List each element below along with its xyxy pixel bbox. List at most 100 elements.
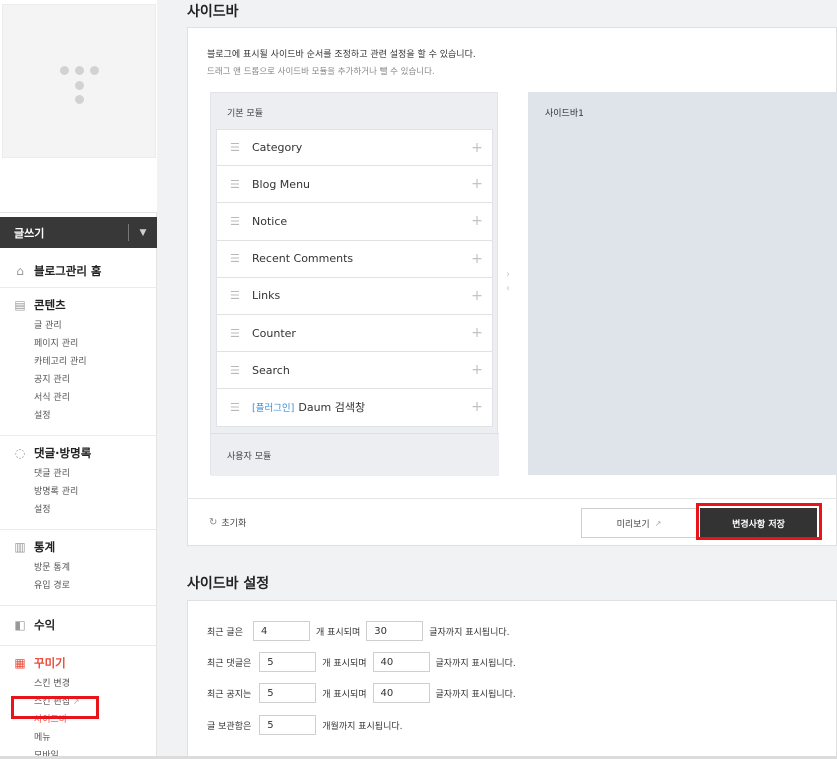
recent-notices-count-input[interactable]: [259, 683, 317, 703]
nav-subitem-referrers[interactable]: 유입 경로: [34, 577, 157, 595]
plugin-tag: [플러그인]: [252, 403, 295, 415]
drag-handle-icon[interactable]: ☰: [230, 364, 242, 377]
write-bar: 글쓰기 ▼: [0, 217, 157, 248]
drag-handle-icon[interactable]: ☰: [230, 401, 242, 414]
module-item-category[interactable]: ☰ Category +: [216, 129, 493, 167]
setting-label: 최근 공지는: [207, 689, 252, 700]
plus-icon[interactable]: +: [462, 251, 492, 267]
setting-label: 글 보관함은: [207, 721, 252, 732]
nav-item-stats[interactable]: ▥ 통계: [0, 539, 157, 555]
nav-item-contents[interactable]: ▤ 콘텐츠: [0, 297, 157, 313]
module-name: Category: [252, 141, 303, 155]
setting-end-text: 글자까지 표시됩니다.: [435, 689, 516, 700]
user-modules-section[interactable]: 사용자 모듈: [211, 433, 499, 476]
module-item-recent-comments[interactable]: ☰ Recent Comments +: [216, 240, 493, 278]
drag-handle-icon[interactable]: ☰: [230, 178, 242, 191]
drag-handle-icon[interactable]: ☰: [230, 289, 242, 302]
admin-nav: ⌂ 블로그관리 홈 ▤ 콘텐츠 글 관리 페이지 관리 카테고리 관리 공지 관…: [0, 254, 157, 759]
recent-comments-length-input[interactable]: [372, 652, 430, 672]
module-item-blog-menu[interactable]: ☰ Blog Menu +: [216, 166, 493, 204]
setting-mid-text: 개 표시되며: [322, 689, 367, 700]
basic-modules-title: 기본 모듈: [227, 109, 263, 119]
module-name: Recent Comments: [252, 252, 354, 266]
drag-handle-icon[interactable]: ☰: [230, 215, 242, 228]
nav-subitem-comment-settings[interactable]: 설정: [34, 501, 157, 519]
nav-item-label: 댓글·방명록: [34, 446, 92, 460]
nav-subitem-posts[interactable]: 글 관리: [34, 317, 157, 335]
user-modules-title: 사용자 모듈: [227, 452, 272, 462]
drag-handle-icon[interactable]: ☰: [230, 252, 242, 265]
plus-icon[interactable]: +: [462, 362, 492, 378]
recent-comments-count-input[interactable]: [259, 652, 317, 672]
nav-subitem-pages[interactable]: 페이지 관리: [34, 335, 157, 353]
drag-handle-icon[interactable]: ☰: [230, 327, 242, 340]
sidebar-settings-card: 최근 글은 개 표시되며 글자까지 표시됩니다. 최근 댓글은 개 표시되며 글…: [187, 600, 837, 759]
setting-row-recent-notices: 최근 공지는 개 표시되며 글자까지 표시됩니다.: [207, 683, 516, 703]
nav-group-comments: ◌ 댓글·방명록 댓글 관리 방명록 관리 설정: [0, 436, 157, 530]
plus-icon[interactable]: +: [462, 176, 492, 192]
nav-item-label: 블로그관리 홈: [34, 264, 102, 278]
highlight-box: [11, 696, 99, 719]
recent-posts-length-input[interactable]: [366, 621, 424, 641]
nav-item-label: 꾸미기: [34, 656, 66, 670]
setting-end-text: 글자까지 표시됩니다.: [429, 627, 510, 638]
setting-end-text: 개월까지 표시됩니다.: [322, 721, 403, 732]
nav-group-home: ⌂ 블로그관리 홈: [0, 254, 157, 288]
module-item-links[interactable]: ☰ Links +: [216, 277, 493, 315]
move-arrows-icon: › ‹: [506, 269, 510, 294]
nav-group-contents: ▤ 콘텐츠 글 관리 페이지 관리 카테고리 관리 공지 관리 서식 관리 설정: [0, 288, 157, 436]
nav-item-home[interactable]: ⌂ 블로그관리 홈: [0, 263, 157, 279]
nav-subitem-categories[interactable]: 카테고리 관리: [34, 353, 157, 371]
write-button[interactable]: 글쓰기: [0, 225, 128, 241]
description-secondary: 드래그 앤 드롭으로 사이드바 모듈을 추가하거나 뺄 수 있습니다.: [207, 67, 435, 77]
archive-months-input[interactable]: [259, 715, 317, 735]
chart-icon: ▥: [14, 540, 26, 554]
plus-icon[interactable]: +: [462, 288, 492, 304]
settings-title: 사이드바 설정: [187, 576, 270, 592]
module-item-daum-search[interactable]: ☰ [플러그인] Daum 검색창 +: [216, 389, 493, 427]
nav-item-revenue[interactable]: ◧ 수익: [0, 617, 157, 633]
sidebar1-dropzone[interactable]: 사이드바1: [528, 92, 837, 475]
module-name: Search: [252, 363, 290, 377]
revenue-icon: ◧: [14, 618, 26, 632]
placeholder-dot: [60, 66, 69, 75]
module-name: Counter: [252, 326, 296, 340]
module-item-search[interactable]: ☰ Search +: [216, 352, 493, 390]
reset-button[interactable]: ↻ 초기화: [209, 516, 246, 529]
plus-icon[interactable]: +: [462, 325, 492, 341]
nav-subitem-visit-stats[interactable]: 방문 통계: [34, 559, 157, 577]
plus-icon[interactable]: +: [462, 213, 492, 229]
plus-icon[interactable]: +: [462, 399, 492, 415]
highlight-box: [696, 503, 822, 540]
recent-posts-count-input[interactable]: [252, 621, 310, 641]
sidebar1-title: 사이드바1: [545, 109, 584, 119]
nav-subitem-skin-change[interactable]: 스킨 변경: [34, 675, 157, 693]
chevron-down-icon[interactable]: ▼: [129, 228, 157, 238]
module-item-counter[interactable]: ☰ Counter +: [216, 314, 493, 353]
nav-subitem-templates[interactable]: 서식 관리: [34, 389, 157, 407]
nav-subitem-guestbook[interactable]: 방명록 관리: [34, 483, 157, 501]
nav-item-design[interactable]: ▦ 꾸미기: [0, 655, 157, 671]
placeholder-dot: [75, 81, 84, 90]
setting-mid-text: 개 표시되며: [322, 658, 367, 669]
profile-image[interactable]: [2, 4, 156, 158]
setting-row-archive: 글 보관함은 개월까지 표시됩니다.: [207, 715, 403, 735]
comment-icon: ◌: [14, 446, 26, 460]
nav-subitem-content-settings[interactable]: 설정: [34, 407, 157, 425]
module-name: Blog Menu: [252, 177, 311, 191]
page-title: 사이드바: [187, 4, 239, 20]
preview-button[interactable]: 미리보기 ↗: [581, 508, 697, 538]
nav-item-comments[interactable]: ◌ 댓글·방명록: [0, 445, 157, 461]
description-primary: 블로그에 표시될 사이드바 순서를 조정하고 관련 설정을 할 수 있습니다.: [207, 50, 476, 60]
nav-item-label: 수익: [34, 618, 56, 632]
drag-handle-icon[interactable]: ☰: [230, 141, 242, 154]
recent-notices-length-input[interactable]: [372, 683, 430, 703]
nav-subitem-notices[interactable]: 공지 관리: [34, 371, 157, 389]
nav-item-label: 통계: [34, 540, 56, 554]
module-item-notice[interactable]: ☰ Notice +: [216, 203, 493, 241]
nav-subitem-menu[interactable]: 메뉴: [34, 729, 157, 747]
home-icon: ⌂: [16, 264, 24, 278]
admin-sidebar: 글쓰기 ▼ ⌂ 블로그관리 홈 ▤ 콘텐츠 글 관리 페이지 관리 카테고리 관…: [0, 0, 157, 759]
nav-subitem-comments[interactable]: 댓글 관리: [34, 465, 157, 483]
plus-icon[interactable]: +: [462, 140, 492, 156]
